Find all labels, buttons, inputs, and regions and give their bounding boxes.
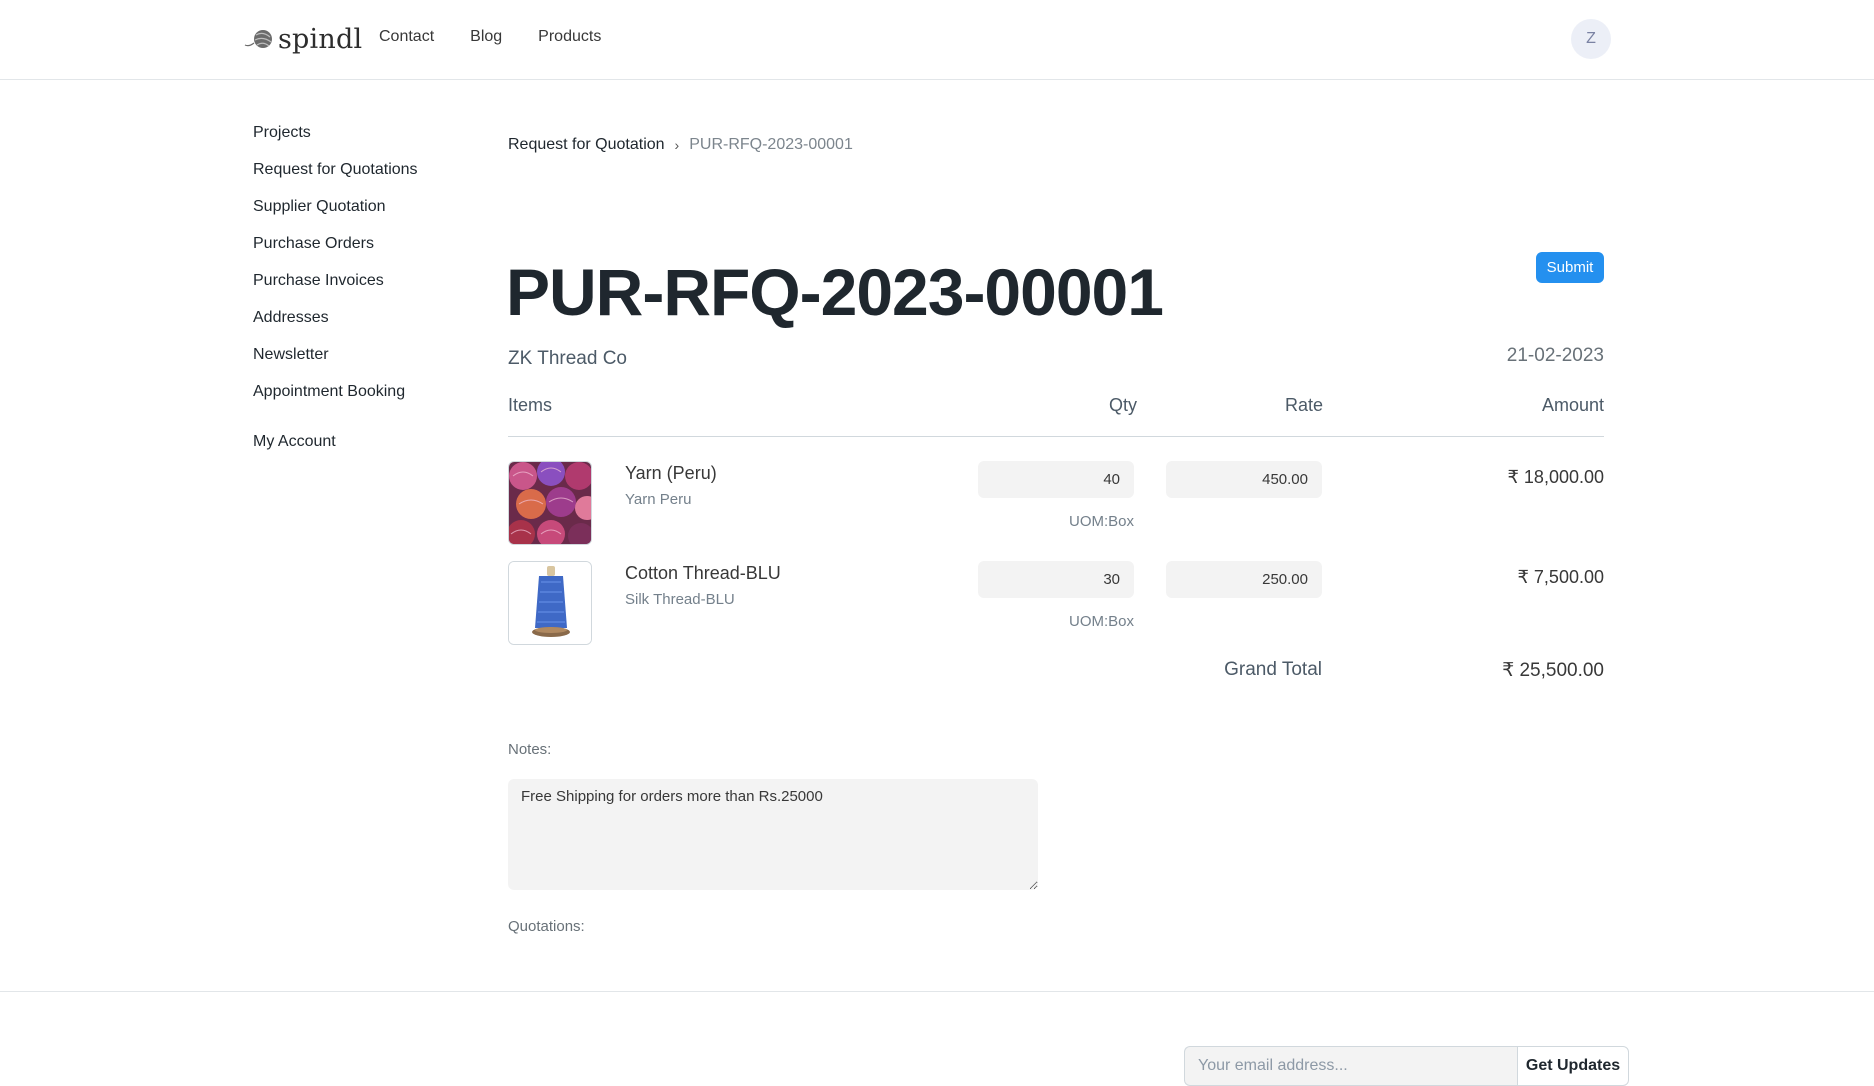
sidebar: Projects Request for Quotations Supplier… <box>253 122 418 468</box>
header-amount: Amount <box>1541 395 1604 415</box>
submit-button[interactable]: Submit <box>1536 252 1604 283</box>
breadcrumb: Request for Quotation › PUR-RFQ-2023-000… <box>508 136 853 154</box>
nav-link-contact[interactable]: Contact <box>379 28 434 46</box>
grand-total-label: Grand Total <box>1224 659 1322 680</box>
rate-input[interactable] <box>1166 561 1322 598</box>
breadcrumb-parent-link[interactable]: Request for Quotation <box>508 136 665 154</box>
qty-input[interactable] <box>978 561 1134 598</box>
yarn-ball-icon <box>244 30 272 48</box>
sidebar-item-newsletter[interactable]: Newsletter <box>253 344 418 381</box>
items-table-header: Items Qty Rate Amount <box>508 395 1604 437</box>
footer: Get Updates <box>0 991 1874 1086</box>
header-rate: Rate <box>1284 395 1323 415</box>
thread-spool-image <box>508 561 592 645</box>
header-qty: Qty <box>1108 395 1137 415</box>
thread-spool-icon <box>509 562 591 644</box>
table-row: Cotton Thread-BLU Silk Thread-BLU UOM:Bo… <box>508 561 1604 645</box>
get-updates-button[interactable]: Get Updates <box>1517 1046 1629 1086</box>
page-title: PUR-RFQ-2023-00001 <box>506 255 1164 329</box>
yarn-balls-icon <box>509 462 591 544</box>
top-nav: Contact Blog Products <box>379 28 601 46</box>
qty-input[interactable] <box>978 461 1134 498</box>
breadcrumb-current: PUR-RFQ-2023-00001 <box>689 136 853 153</box>
row-amount: ₹ 7,500.00 <box>1517 567 1604 587</box>
document-date: 21-02-2023 <box>1506 345 1604 366</box>
grand-total-value: ₹ 25,500.00 <box>1502 660 1604 681</box>
navbar: spindl Contact Blog Products Z <box>0 0 1874 80</box>
avatar[interactable]: Z <box>1571 19 1611 59</box>
chevron-right-icon: › <box>674 137 680 153</box>
sidebar-item-purchase-orders[interactable]: Purchase Orders <box>253 233 418 270</box>
sidebar-item-supplier-quotation[interactable]: Supplier Quotation <box>253 196 418 233</box>
notes-textarea[interactable]: Free Shipping for orders more than Rs.25… <box>508 779 1038 890</box>
nav-link-blog[interactable]: Blog <box>470 28 502 46</box>
sidebar-item-purchase-invoices[interactable]: Purchase Invoices <box>253 270 418 307</box>
item-name: Cotton Thread-BLU <box>625 563 781 583</box>
brand-logo[interactable]: spindl <box>244 22 362 56</box>
yarn-balls-image <box>508 461 592 545</box>
sidebar-item-appointment-booking[interactable]: Appointment Booking <box>253 381 418 418</box>
nav-link-products[interactable]: Products <box>538 28 601 46</box>
item-code: Yarn Peru <box>625 491 692 508</box>
table-row: Yarn (Peru) Yarn Peru UOM:Box ₹ 18,000.0… <box>508 461 1604 545</box>
sidebar-item-projects[interactable]: Projects <box>253 122 418 159</box>
newsletter-email-input[interactable] <box>1184 1046 1518 1086</box>
sidebar-item-my-account[interactable]: My Account <box>253 431 418 468</box>
quotations-label: Quotations: <box>508 918 585 935</box>
item-name: Yarn (Peru) <box>625 463 717 483</box>
header-items: Items <box>508 395 553 415</box>
sidebar-item-request-for-quotations[interactable]: Request for Quotations <box>253 159 418 196</box>
item-code: Silk Thread-BLU <box>625 591 735 608</box>
brand-name: spindl <box>278 23 363 55</box>
uom-label: UOM:Box <box>1068 613 1134 630</box>
row-amount: ₹ 18,000.00 <box>1507 467 1604 487</box>
supplier-name: ZK Thread Co <box>508 348 627 369</box>
notes-label: Notes: <box>508 741 552 758</box>
rate-input[interactable] <box>1166 461 1322 498</box>
sidebar-item-addresses[interactable]: Addresses <box>253 307 418 344</box>
uom-label: UOM:Box <box>1068 513 1134 530</box>
